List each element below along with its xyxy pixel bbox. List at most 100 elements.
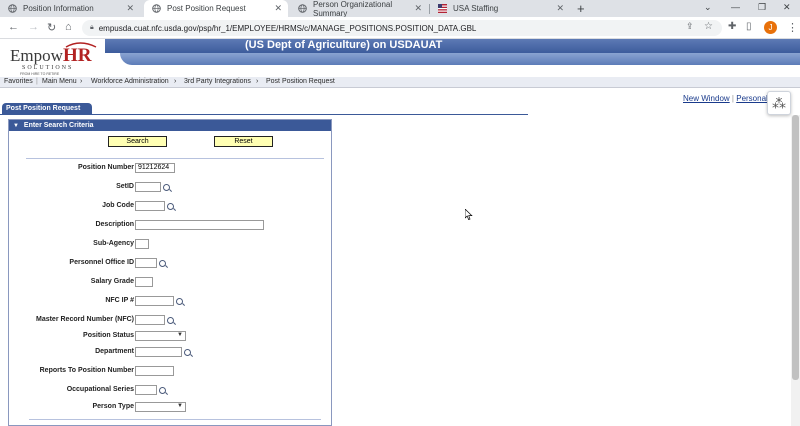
search-criteria-panel: ▼ Enter Search Criteria Search Reset Pos… [8, 119, 332, 426]
reports-to-input[interactable] [135, 366, 174, 376]
breadcrumb-workforce-administration[interactable]: Workforce Administration [91, 78, 169, 85]
divider [26, 158, 324, 159]
salary-grade-input[interactable] [135, 277, 153, 287]
globe-icon [8, 4, 17, 13]
kebab-menu-icon[interactable]: ⋮ [787, 21, 798, 34]
add-to-favorites-link[interactable]: Add to Favorites [694, 69, 749, 76]
close-icon[interactable]: ✕ [126, 3, 134, 14]
sidebar-icon[interactable]: ▯ [746, 21, 752, 32]
position-number-input[interactable]: 91212624 [135, 163, 175, 173]
divider [29, 419, 321, 420]
home-icon[interactable]: ⌂ [65, 21, 72, 33]
loading-spinner-icon: ⁂ [767, 91, 791, 115]
minimize-icon[interactable]: — [731, 2, 740, 12]
breadcrumb-3rd-party-integrations[interactable]: 3rd Party Integrations [184, 78, 251, 85]
globe-icon [298, 4, 307, 13]
forward-arrow-icon[interactable]: → [28, 21, 39, 33]
position-status-select[interactable] [135, 331, 186, 341]
personnel-office-id-input[interactable] [135, 258, 157, 268]
description-label: Description [95, 221, 134, 228]
person-type-select[interactable] [135, 402, 186, 412]
home-link[interactable]: Home [611, 69, 630, 76]
department-label: Department [95, 348, 134, 355]
svg-text:Empow: Empow [10, 46, 64, 65]
svg-text:HR: HR [63, 45, 92, 66]
section-title: Enter Search Criteria [23, 122, 94, 129]
empowhr-logo: Empow HR SOLUTIONS FROM HIRE TO RETIRE [8, 41, 100, 77]
lookup-magnifier-icon[interactable] [184, 349, 191, 356]
sub-agency-input[interactable] [135, 239, 149, 249]
lookup-magnifier-icon[interactable] [159, 387, 166, 394]
flag-icon [438, 4, 447, 13]
reload-icon[interactable]: ↻ [47, 21, 56, 34]
browser-tab-usa-staffing[interactable]: USA Staffing ✕ [430, 0, 570, 17]
job-code-label: Job Code [102, 202, 134, 209]
svg-text:FROM HIRE TO RETIRE: FROM HIRE TO RETIRE [20, 72, 60, 76]
search-criteria-header[interactable]: ▼ Enter Search Criteria [9, 120, 331, 131]
close-icon[interactable]: ✕ [556, 3, 564, 14]
department-input[interactable] [135, 347, 182, 357]
reports-to-label: Reports To Position Number [39, 367, 134, 374]
reset-button[interactable]: Reset [214, 136, 273, 147]
description-input[interactable] [135, 220, 264, 230]
tab-label: USA Staffing [453, 4, 499, 13]
salary-grade-label: Salary Grade [90, 278, 134, 285]
sign-out-link[interactable]: Sign out [767, 69, 795, 76]
globe-icon [152, 4, 161, 13]
position-status-label: Position Status [83, 332, 134, 339]
search-button[interactable]: Search [108, 136, 167, 147]
mouse-cursor-icon [465, 209, 473, 220]
browser-tab-position-information[interactable]: Position Information ✕ [0, 0, 140, 17]
extensions-icon[interactable]: ✚ [728, 21, 736, 32]
browser-tab-person-organizational-summary[interactable]: Person Organizational Summary ✕ [290, 0, 428, 18]
occupational-series-label: Occupational Series [66, 386, 134, 393]
nfc-ip-label: NFC IP # [105, 297, 134, 304]
breadcrumb-favorites[interactable]: Favorites [4, 78, 33, 85]
lookup-magnifier-icon[interactable] [176, 298, 183, 305]
restore-icon[interactable]: ❐ [758, 2, 766, 13]
chevron-down-icon[interactable]: ⌄ [704, 2, 712, 13]
tab-label: Position Information [23, 4, 94, 13]
sub-agency-label: Sub-Agency [93, 240, 134, 247]
setid-label: SetID [116, 183, 134, 190]
star-icon[interactable]: ☆ [704, 21, 713, 32]
occupational-series-input[interactable] [135, 385, 157, 395]
header-link-bar: Home Worklist Add to Favorites Sign out [120, 53, 800, 76]
back-arrow-icon[interactable]: ← [8, 21, 19, 33]
page-utility-links: New Window | Personalize [683, 94, 778, 103]
master-record-number-label: Master Record Number (NFC) [35, 316, 134, 323]
nfc-ip-input[interactable] [135, 296, 174, 306]
lookup-magnifier-icon[interactable] [163, 184, 170, 191]
page-tab-underline [0, 114, 528, 115]
job-code-input[interactable] [135, 201, 165, 211]
personnel-office-id-label: Personnel Office ID [69, 259, 134, 266]
tab-label: Person Organizational Summary [313, 0, 393, 18]
breadcrumb-post-position-request[interactable]: Post Position Request [266, 78, 335, 85]
new-window-link[interactable]: New Window [683, 94, 730, 103]
tab-label: Post Position Request [167, 4, 246, 13]
lookup-magnifier-icon[interactable] [167, 203, 174, 210]
close-icon[interactable]: ✕ [414, 3, 422, 14]
close-icon[interactable]: ✕ [274, 3, 282, 14]
close-window-icon[interactable]: ✕ [783, 2, 791, 13]
header-banner: (US Dept of Agriculture) on USDAUAT [105, 39, 800, 53]
collapse-caret-icon[interactable]: ▼ [13, 123, 19, 129]
lookup-magnifier-icon[interactable] [159, 260, 166, 267]
browser-tab-post-position-request[interactable]: Post Position Request ✕ [144, 0, 288, 17]
profile-avatar[interactable]: J [764, 21, 777, 34]
position-number-label: Position Number [77, 164, 134, 171]
setid-input[interactable] [135, 182, 161, 192]
share-icon[interactable]: ⇪ [686, 21, 694, 32]
new-tab-icon[interactable]: + [577, 1, 585, 16]
breadcrumb-main-menu[interactable]: Main Menu [42, 78, 77, 85]
master-record-number-input[interactable] [135, 315, 165, 325]
vertical-scrollbar[interactable] [791, 115, 800, 426]
worklist-link[interactable]: Worklist [648, 69, 676, 76]
chevron-right-icon: › [80, 78, 83, 85]
app-title: (US Dept of Agriculture) on USDAUAT [245, 39, 443, 51]
scrollbar-thumb[interactable] [792, 115, 799, 380]
lookup-magnifier-icon[interactable] [167, 317, 174, 324]
address-bar[interactable]: 🔒︎ empusda.cuat.nfc.usda.gov/psp/hr_1/EM… [82, 20, 722, 36]
breadcrumb-divider: | [36, 78, 38, 85]
svg-text:SOLUTIONS: SOLUTIONS [22, 65, 73, 71]
